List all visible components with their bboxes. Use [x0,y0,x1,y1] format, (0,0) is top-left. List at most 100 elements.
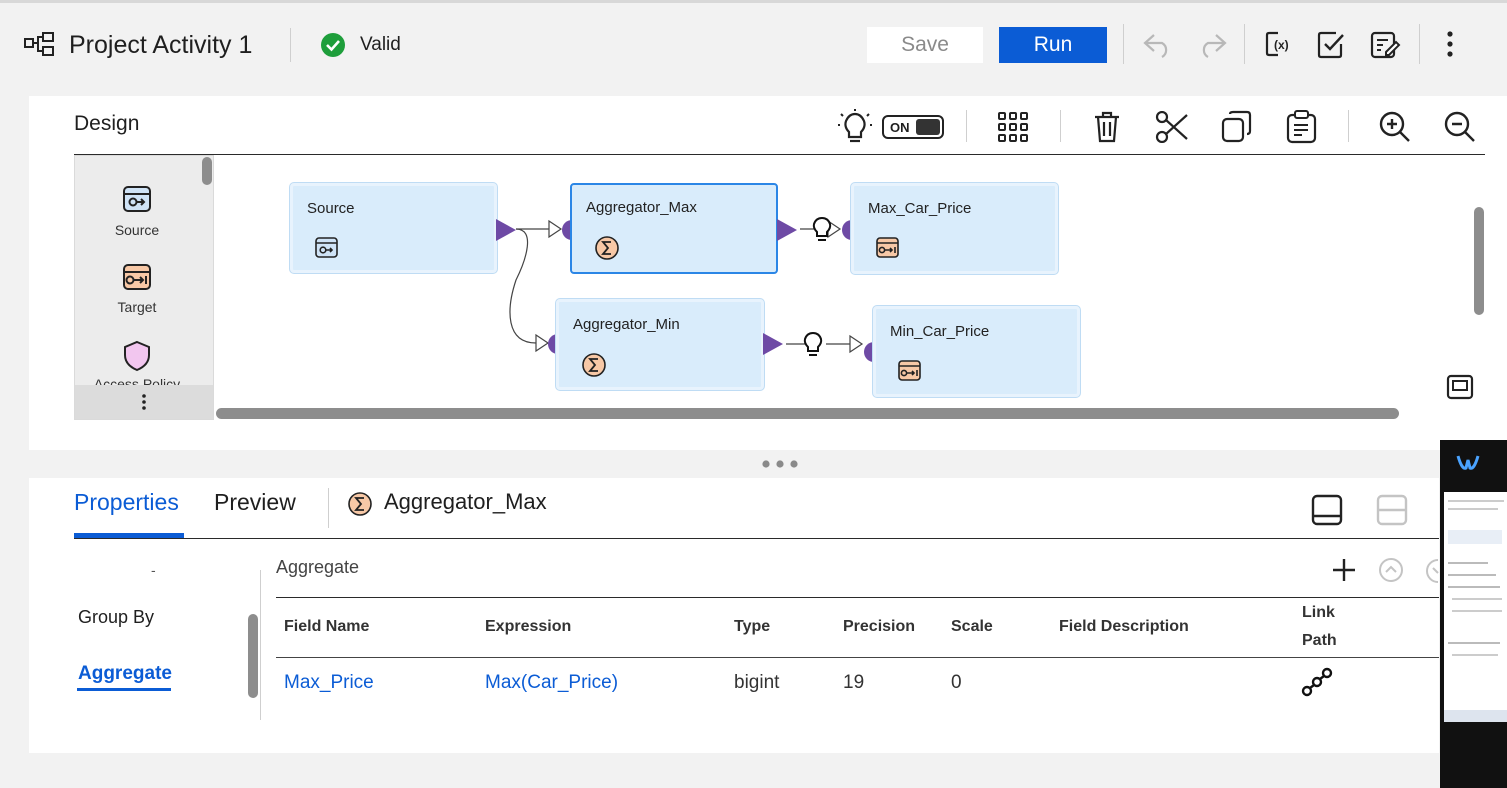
zoom-out-icon[interactable] [1443,110,1477,144]
column-header-precision: Precision [843,618,916,635]
redo-icon[interactable] [1196,31,1228,59]
tab-properties[interactable]: Properties [74,489,179,516]
tab-preview[interactable]: Preview [214,489,296,516]
move-down-icon[interactable] [1424,556,1440,584]
move-up-icon[interactable] [1377,556,1405,584]
validation-status: Valid [360,34,401,55]
recommendation-bulb-icon[interactable] [836,108,874,144]
node-title: Aggregator_Max [586,199,697,216]
divider [1419,24,1420,64]
section-title: Aggregate [276,557,360,577]
toggle-knob [916,119,940,135]
palette-item-access-policy[interactable]: Access Policy [77,374,211,385]
table-top-border [276,597,1439,598]
validate-icon[interactable] [1316,30,1346,60]
toggle-label: ON [890,120,910,135]
divider [260,570,261,720]
palette-item-target[interactable]: Target [77,299,197,315]
target-icon[interactable] [122,263,152,293]
external-window-thumbnail[interactable] [1440,440,1507,788]
output-port-icon[interactable] [762,332,784,356]
node-aggregator-min[interactable]: Aggregator_Min [556,299,764,390]
cut-icon[interactable] [1155,111,1189,143]
overview-map-icon[interactable] [1446,374,1474,400]
column-header-field-name: Field Name [284,618,370,635]
source-icon[interactable] [122,185,152,215]
output-port-icon[interactable] [776,218,798,242]
column-header-link: Link [1302,604,1335,621]
column-header-path: Path [1302,632,1337,649]
access-policy-icon[interactable] [122,340,152,372]
target-icon [898,360,921,381]
sidebar-item-group-by[interactable]: Group By [78,607,154,628]
divider [1123,24,1124,64]
recommendation-bulb-icon[interactable] [811,216,833,244]
app-logo-icon [1456,455,1480,470]
check-circle-icon [321,33,345,57]
recommendation-toggle[interactable]: ON [882,115,944,139]
aggregator-icon [595,236,619,260]
precision-cell: 19 [843,672,865,693]
node-source[interactable]: Source [290,183,497,273]
canvas-horizontal-scrollbar[interactable] [216,408,1399,419]
edit-properties-icon[interactable] [1369,30,1401,60]
add-icon[interactable] [1331,557,1357,583]
divider [1244,24,1245,64]
node-title: Source [307,200,355,217]
output-port-icon[interactable] [495,218,517,242]
save-button[interactable]: Save [867,27,983,63]
node-title: Min_Car_Price [890,323,990,340]
aggregator-icon [582,353,606,377]
grid-icon[interactable] [998,112,1028,142]
more-vert-icon[interactable] [1442,30,1458,58]
canvas-vertical-scrollbar[interactable] [1474,207,1484,315]
design-divider [74,154,1485,155]
column-header-type: Type [734,618,771,635]
undo-icon[interactable] [1142,31,1174,59]
divider [1060,110,1061,142]
properties-panel [29,478,1439,753]
run-button[interactable]: Run [999,27,1107,63]
zoom-in-icon[interactable] [1378,110,1412,144]
divider [1348,110,1349,142]
panel-divider [74,538,1439,539]
panel-resize-handle[interactable] [760,458,800,470]
divider [290,28,291,62]
active-sidebar-indicator [77,688,171,691]
type-cell: bigint [734,672,780,693]
page-title: Project Activity 1 [69,31,253,59]
palette-item-source[interactable]: Source [77,222,197,238]
divider [328,488,329,528]
node-min-car-price[interactable]: Min_Car_Price [873,306,1080,397]
paste-icon[interactable] [1286,110,1318,144]
column-header-scale: Scale [951,618,993,635]
node-title: Aggregator_Min [573,316,680,333]
link-path-icon[interactable] [1301,667,1333,697]
delete-icon[interactable] [1093,111,1121,143]
dock-bottom-icon[interactable] [1311,494,1343,526]
target-icon [876,237,899,258]
collapsed-item: - [151,562,156,578]
split-view-icon[interactable] [1376,494,1408,526]
mapping-icon [24,32,54,56]
aggregator-icon [348,492,372,516]
field-name-cell[interactable]: Max_Price [284,672,374,694]
svg-text:(x): (x) [1274,38,1289,52]
scale-cell: 0 [951,672,962,693]
design-title: Design [74,112,140,135]
parameter-icon[interactable]: (x) [1264,30,1294,58]
palette-scrollbar[interactable] [202,157,212,185]
column-header-field-description: Field Description [1059,618,1189,635]
node-aggregator-max[interactable]: Aggregator_Max [570,183,778,274]
divider [966,110,967,142]
node-max-car-price[interactable]: Max_Car_Price [851,183,1058,274]
recommendation-bulb-icon[interactable] [802,331,824,359]
expression-cell[interactable]: Max(Car_Price) [485,672,618,694]
sidebar-item-aggregate[interactable]: Aggregate [78,663,172,685]
node-title: Max_Car_Price [868,200,972,217]
thumbnail-preview [1444,492,1507,722]
more-vert-icon[interactable] [139,393,149,411]
source-icon [315,237,338,258]
copy-icon[interactable] [1221,110,1253,144]
sidebar-scrollbar[interactable] [248,614,258,698]
